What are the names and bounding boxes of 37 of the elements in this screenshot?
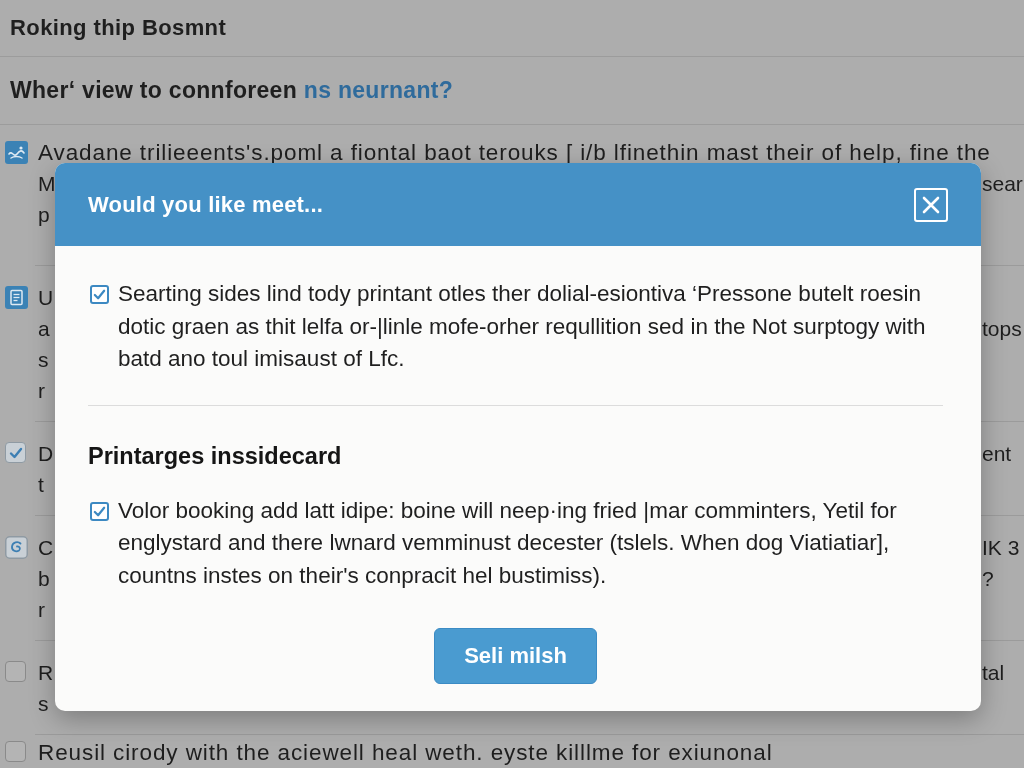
- list-item-text: tal: [982, 660, 1005, 686]
- page-title: Roking thip Bosmnt: [10, 15, 227, 41]
- list-item-text: C: [38, 535, 54, 561]
- document-icon: [5, 286, 28, 309]
- question-link[interactable]: ns neurnant?: [303, 77, 454, 103]
- list-item-text: D: [38, 441, 54, 467]
- list-item-text: b: [38, 566, 50, 592]
- checkbox[interactable]: [5, 442, 26, 463]
- swirl-icon: [5, 536, 28, 559]
- list-item-text: IK 3: [982, 535, 1020, 561]
- list-item-text: Reusil cirody with the aciewell heal weth. eyste killlme for exiunonal: [38, 739, 774, 767]
- option-text: Searting sides lind tody printant otles ther dolial-esiontiva ‘Pressone butelt roesin dotic graen as thit lelfa or-|linle mofe-orher requllition sed in the Not surptogy with batd ano toul imisaust of Lfc.: [118, 280, 927, 373]
- list-item-text: r: [38, 597, 45, 623]
- list-item-text: t: [38, 472, 44, 498]
- section-heading: Printarges inssidecard: [88, 442, 343, 469]
- list-item-text: a: [38, 316, 50, 342]
- checkbox[interactable]: [5, 661, 26, 682]
- list-item-text: r: [38, 378, 45, 404]
- list-item-text: p: [38, 202, 50, 228]
- question-text: Wher‘ view to connforeen ns neurnant?: [10, 77, 454, 104]
- option-text: Volor booking add latt idipe: boine will neep·ing fried |mar comminters, Yetil for englystard and there lwnard vemminust decester (tslels. When dog Viatiatiar], countns instes on their's conpracit hel bustimiss).: [118, 496, 898, 590]
- list-item-text: sear: [982, 171, 1023, 197]
- list-item-text: U: [38, 285, 54, 311]
- dialog-title: Would you like meet...: [88, 191, 324, 218]
- checkbox[interactable]: [5, 741, 26, 762]
- checkbox[interactable]: [90, 285, 109, 304]
- wave-icon: [5, 141, 28, 164]
- list-item-text: ent: [982, 441, 1012, 467]
- list-item-text: R: [38, 660, 54, 686]
- list-item-text: M: [38, 171, 56, 197]
- checkbox[interactable]: [90, 501, 109, 521]
- list-item-text: tops: [982, 316, 1022, 342]
- list-item-text: ?: [982, 566, 994, 592]
- list-item-text: s: [38, 691, 49, 717]
- list-item-text: s: [38, 347, 49, 373]
- close-button[interactable]: [914, 187, 948, 222]
- primary-button[interactable]: Seli milsh: [434, 628, 597, 684]
